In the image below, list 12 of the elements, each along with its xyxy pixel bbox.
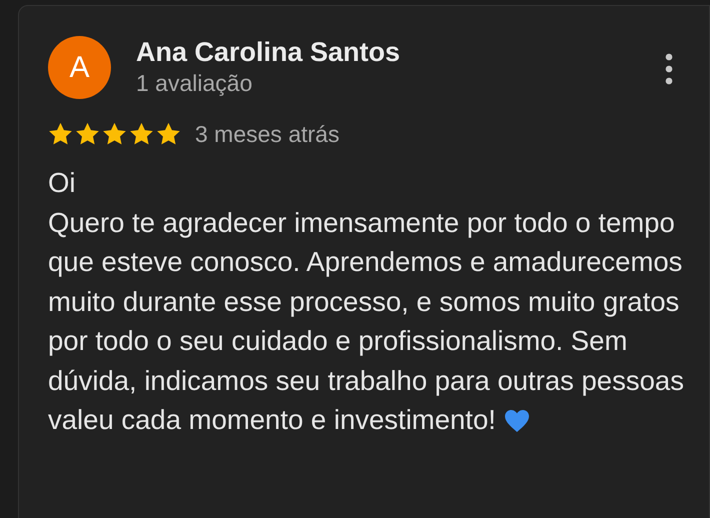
star-icon (129, 122, 154, 146)
star-icon (102, 122, 127, 146)
author-name[interactable]: Ana Carolina Santos (136, 36, 664, 68)
star-icon (156, 122, 181, 146)
review-count: 1 avaliação (136, 69, 254, 98)
heart-icon (504, 409, 530, 433)
more-options-icon[interactable] (664, 53, 674, 85)
review-text: Oi Quero te agradecer imensamente por todo o tempo que esteve conosco. Aprendemos e amadurecemos muito durante esse processo, e somos muito gratos por todo o seu cuidado e profissionalismo. Sem dúvida, indicamos seu trabalho para outras pessoas valeu cada momento e investimento! (48, 166, 685, 437)
star-icon (75, 122, 100, 146)
avatar: A (48, 36, 111, 99)
review-time: 3 meses atrás (195, 120, 340, 149)
star-icon (48, 122, 73, 146)
